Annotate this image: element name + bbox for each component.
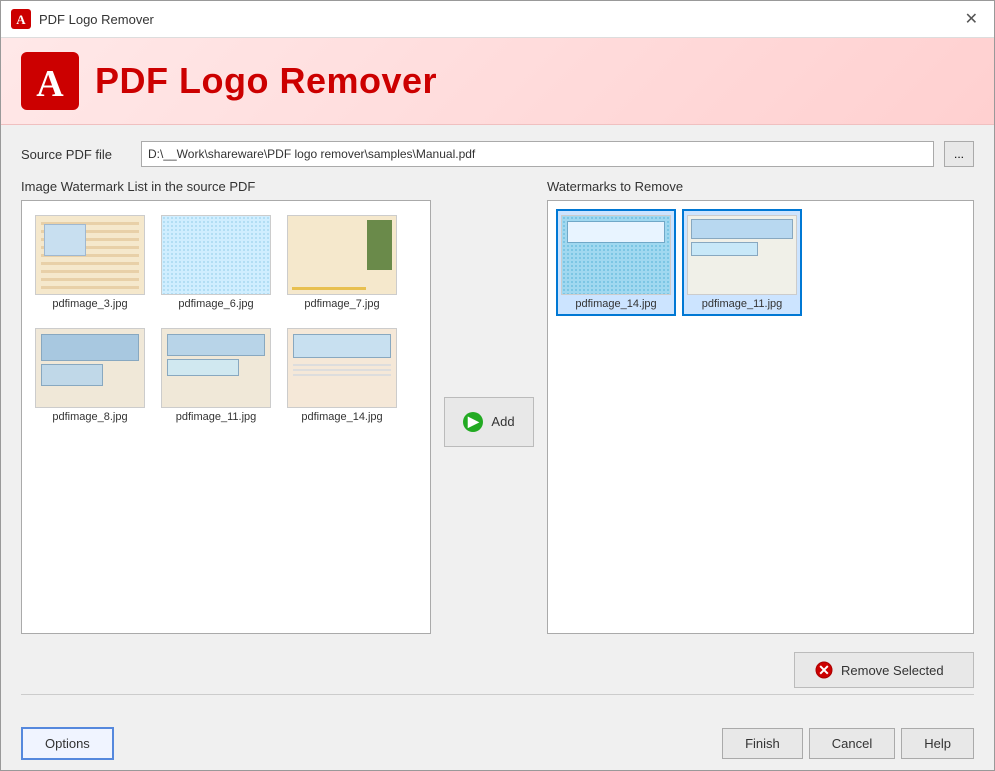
finish-label: Finish bbox=[745, 736, 780, 751]
help-button[interactable]: Help bbox=[901, 728, 974, 759]
remove-row: ✕ Remove Selected bbox=[21, 646, 974, 695]
cancel-label: Cancel bbox=[832, 736, 872, 751]
thumbnail bbox=[35, 328, 145, 408]
svg-text:A: A bbox=[36, 63, 64, 105]
finish-button[interactable]: Finish bbox=[722, 728, 803, 759]
list-item[interactable]: pdfimage_14.jpg bbox=[282, 322, 402, 429]
thumb-preview bbox=[288, 329, 396, 407]
header-banner: A PDF Logo Remover bbox=[1, 38, 994, 125]
image-filename: pdfimage_7.jpg bbox=[304, 298, 379, 310]
panels-area: Image Watermark List in the source PDF p… bbox=[21, 179, 974, 634]
left-panel: Image Watermark List in the source PDF p… bbox=[21, 179, 431, 634]
list-item[interactable]: pdfimage_14.jpg bbox=[556, 209, 676, 316]
middle-panel: ▶ Add bbox=[439, 179, 539, 634]
image-filename: pdfimage_11.jpg bbox=[176, 411, 257, 423]
thumbnail bbox=[687, 215, 797, 295]
title-bar-text: PDF Logo Remover bbox=[39, 12, 154, 27]
title-bar-left: A PDF Logo Remover bbox=[11, 9, 154, 29]
thumb-preview bbox=[36, 216, 144, 294]
image-filename: pdfimage_3.jpg bbox=[52, 298, 127, 310]
right-image-list[interactable]: pdfimage_14.jpg pdfimage_11.jpg bbox=[547, 200, 974, 634]
thumbnail bbox=[287, 328, 397, 408]
header-title: PDF Logo Remover bbox=[95, 60, 437, 102]
source-file-row: Source PDF file ... bbox=[21, 141, 974, 167]
thumbnail bbox=[161, 328, 271, 408]
thumb-preview bbox=[688, 216, 796, 294]
close-button[interactable]: ✕ bbox=[959, 7, 984, 31]
right-panel-label: Watermarks to Remove bbox=[547, 179, 974, 194]
list-item[interactable]: pdfimage_8.jpg bbox=[30, 322, 150, 429]
bottom-right-buttons: Finish Cancel Help bbox=[722, 728, 974, 759]
title-bar: A PDF Logo Remover ✕ bbox=[1, 1, 994, 38]
left-image-grid: pdfimage_3.jpg pdfimage_6.jpg bbox=[22, 201, 430, 437]
right-image-grid: pdfimage_14.jpg pdfimage_11.jpg bbox=[548, 201, 973, 324]
image-filename: pdfimage_11.jpg bbox=[702, 298, 783, 310]
thumb-preview bbox=[162, 216, 270, 294]
cancel-button[interactable]: Cancel bbox=[809, 728, 895, 759]
browse-button[interactable]: ... bbox=[944, 141, 974, 167]
header-logo-icon: A bbox=[21, 52, 79, 110]
source-file-input[interactable] bbox=[141, 141, 934, 167]
image-filename: pdfimage_6.jpg bbox=[178, 298, 253, 310]
thumbnail bbox=[287, 215, 397, 295]
list-item[interactable]: pdfimage_11.jpg bbox=[156, 322, 276, 429]
remove-selected-button[interactable]: ✕ Remove Selected bbox=[794, 652, 974, 688]
left-image-list[interactable]: pdfimage_3.jpg pdfimage_6.jpg bbox=[21, 200, 431, 634]
image-filename: pdfimage_14.jpg bbox=[575, 298, 656, 310]
list-item[interactable]: pdfimage_7.jpg bbox=[282, 209, 402, 316]
thumbnail bbox=[561, 215, 671, 295]
remove-selected-label: Remove Selected bbox=[841, 663, 944, 678]
add-button-label: Add bbox=[491, 414, 514, 429]
thumb-preview bbox=[162, 329, 270, 407]
thumbnail bbox=[35, 215, 145, 295]
main-content: Source PDF file ... Image Watermark List… bbox=[1, 125, 994, 717]
add-button[interactable]: ▶ Add bbox=[444, 397, 534, 447]
options-label: Options bbox=[45, 736, 90, 751]
source-file-label: Source PDF file bbox=[21, 147, 131, 162]
thumbnail bbox=[161, 215, 271, 295]
image-filename: pdfimage_8.jpg bbox=[52, 411, 127, 423]
main-window: A PDF Logo Remover ✕ A PDF Logo Remover … bbox=[0, 0, 995, 771]
image-filename: pdfimage_14.jpg bbox=[301, 411, 382, 423]
thumb-preview bbox=[288, 216, 396, 294]
bottom-bar: Options Finish Cancel Help bbox=[1, 717, 994, 770]
list-item[interactable]: pdfimage_11.jpg bbox=[682, 209, 802, 316]
options-button[interactable]: Options bbox=[21, 727, 114, 760]
list-item[interactable]: pdfimage_3.jpg bbox=[30, 209, 150, 316]
help-label: Help bbox=[924, 736, 951, 751]
svg-text:A: A bbox=[16, 12, 26, 27]
left-panel-label: Image Watermark List in the source PDF bbox=[21, 179, 431, 194]
remove-icon: ✕ bbox=[815, 661, 833, 679]
svg-text:✕: ✕ bbox=[818, 662, 830, 678]
thumb-preview bbox=[36, 329, 144, 407]
add-icon: ▶ bbox=[463, 412, 483, 432]
thumb-preview bbox=[562, 216, 670, 294]
right-panel: Watermarks to Remove pdfimage_14.jpg bbox=[547, 179, 974, 634]
list-item[interactable]: pdfimage_6.jpg bbox=[156, 209, 276, 316]
app-icon: A bbox=[11, 9, 31, 29]
